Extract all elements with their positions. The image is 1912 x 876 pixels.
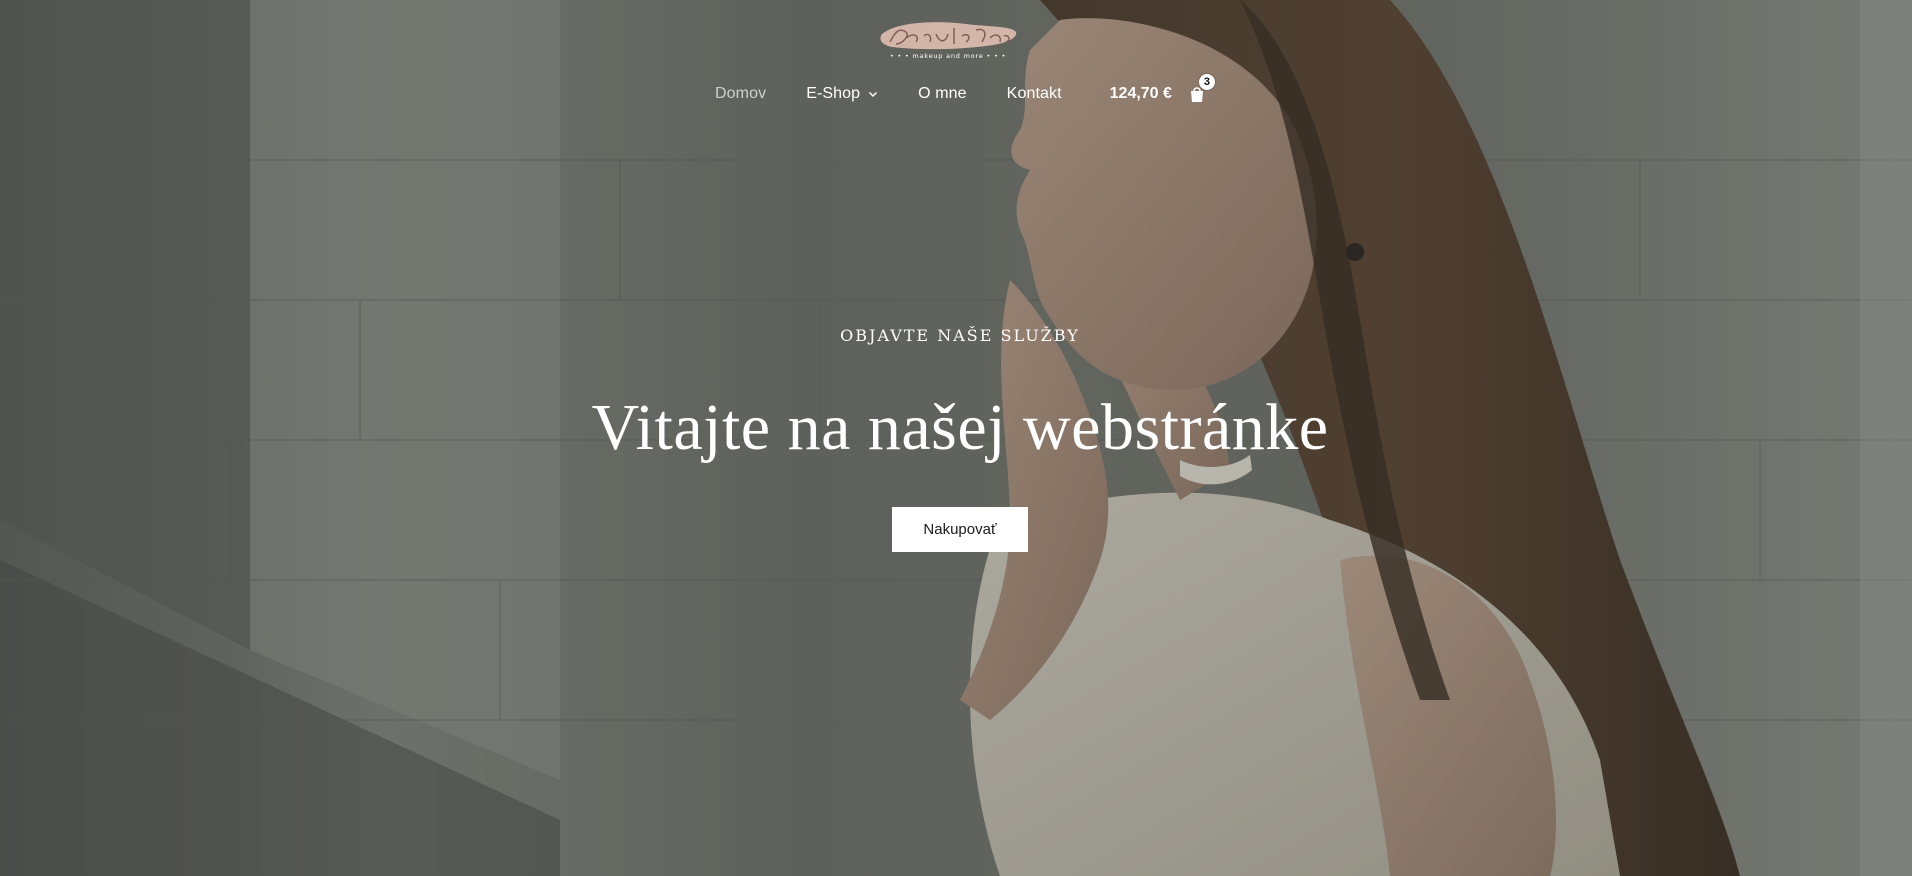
nav-item-label: Kontakt [1006, 85, 1062, 102]
nav-item-e-shop[interactable]: E-Shop [806, 85, 878, 103]
shopping-bag-icon[interactable]: 3 [1188, 74, 1215, 103]
nav-item-o-mne[interactable]: O mne [918, 85, 967, 103]
cart-count-badge: 3 [1198, 74, 1215, 90]
svg-text:• • • makeup and more • • •: • • • makeup and more • • • [890, 52, 1006, 60]
nav-item-label: O mne [918, 85, 967, 102]
hero-section: • • • makeup and more • • • Domov E-Shop… [0, 0, 1912, 876]
nav-item-label: Domov [715, 85, 767, 102]
header-cart[interactable]: 124,70 € 3 [1109, 74, 1215, 103]
hero-eyebrow: OBJAVTE NAŠE SLUŽBY [840, 326, 1080, 345]
nav-item-label: E-Shop [806, 85, 861, 102]
site-logo[interactable]: • • • makeup and more • • • [876, 14, 1020, 60]
main-navigation: Domov E-Shop O mne Kontakt 124,70 € 3 [715, 74, 1215, 106]
cart-total: 124,70 € [1109, 85, 1172, 102]
nav-item-kontakt[interactable]: Kontakt [1007, 85, 1062, 103]
hero-title: Vitajte na našej webstránke [591, 391, 1329, 464]
chevron-down-icon [869, 91, 878, 98]
shop-button[interactable]: Nakupovať [892, 507, 1028, 552]
nav-item-domov[interactable]: Domov [715, 85, 766, 103]
